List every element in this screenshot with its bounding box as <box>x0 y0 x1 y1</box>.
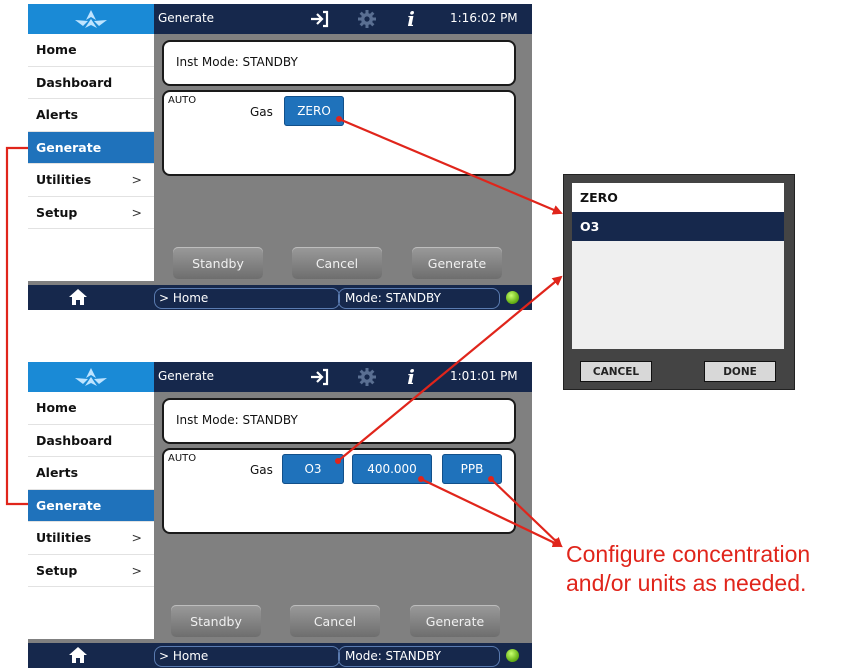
sidebar-item-label: Alerts <box>36 107 79 122</box>
generate-button[interactable]: Generate <box>412 247 502 279</box>
callout-line-2: and/or units as needed. <box>566 570 807 596</box>
generate-settings-panel: AUTO Gas ZERO <box>162 90 516 176</box>
chevron-right-icon: > <box>131 562 142 578</box>
callout-text: Configure concentration and/or units as … <box>566 540 856 598</box>
home-icon[interactable] <box>68 288 88 310</box>
sidebar-item-label: Generate <box>36 497 102 513</box>
sidebar-item-setup[interactable]: Setup > <box>28 555 154 587</box>
clock: 1:16:02 PM <box>450 11 518 25</box>
sidebar-item-generate[interactable]: Generate <box>28 489 154 522</box>
gas-option-list: ZERO O3 <box>572 183 784 349</box>
sidebar-item-label: Setup <box>36 562 78 578</box>
teledyne-logo-icon <box>28 362 154 392</box>
auto-label: AUTO <box>168 95 197 106</box>
inst-mode-label: Inst Mode: STANDBY <box>176 55 298 69</box>
cancel-button[interactable]: Cancel <box>292 247 382 279</box>
sidebar-item-label: Dashboard <box>36 432 113 448</box>
units-button[interactable]: PPB <box>442 454 502 484</box>
info-icon[interactable]: i <box>400 7 422 31</box>
gas-select-button[interactable]: O3 <box>282 454 344 484</box>
sidebar-item-dashboard[interactable]: Dashboard <box>28 425 154 457</box>
generate-settings-panel: AUTO Gas O3 400.000 PPB <box>162 448 516 534</box>
sidebar-item-label: Alerts <box>36 465 79 480</box>
top-bar: Generate i 1:01:01 PM <box>28 362 532 392</box>
clock: 1:01:01 PM <box>450 369 518 383</box>
sidebar-item-utilities[interactable]: Utilities > <box>28 164 154 197</box>
sidebar-item-label: Utilities <box>36 530 92 545</box>
chevron-right-icon: > <box>131 204 142 220</box>
sidebar-item-setup[interactable]: Setup > <box>28 197 154 229</box>
cancel-button[interactable]: Cancel <box>290 605 380 637</box>
inst-mode-panel: Inst Mode: STANDBY <box>162 398 516 444</box>
callout-line-1: Configure concentration <box>566 541 811 567</box>
sidebar-item-alerts[interactable]: Alerts <box>28 99 154 132</box>
gas-select-dialog: ZERO O3 CANCEL DONE <box>563 174 795 390</box>
gas-option-zero[interactable]: ZERO <box>572 183 784 212</box>
gear-icon[interactable] <box>354 365 380 389</box>
sidebar-item-generate[interactable]: Generate <box>28 131 154 164</box>
home-icon[interactable] <box>68 646 88 668</box>
standby-button[interactable]: Standby <box>173 247 263 279</box>
sidebar-item-home[interactable]: Home <box>28 392 154 425</box>
info-icon[interactable]: i <box>400 365 422 389</box>
auto-label: AUTO <box>168 453 197 464</box>
gas-label: Gas <box>250 463 273 477</box>
concentration-button[interactable]: 400.000 <box>352 454 432 484</box>
sidebar-item-label: Dashboard <box>36 74 113 90</box>
sidebar-item-dashboard[interactable]: Dashboard <box>28 67 154 99</box>
sidebar-item-alerts[interactable]: Alerts <box>28 457 154 490</box>
top-bar: Generate i 1:16:02 PM <box>28 4 532 34</box>
sidebar-item-utilities[interactable]: Utilities > <box>28 522 154 555</box>
sidebar-item-label: Home <box>36 42 77 57</box>
breadcrumb[interactable]: > Home <box>154 646 340 667</box>
sidebar-item-label: Utilities <box>36 172 92 187</box>
mode-display: Mode: STANDBY <box>338 646 500 667</box>
inst-mode-panel: Inst Mode: STANDBY <box>162 40 516 86</box>
status-bar: > Home Mode: STANDBY <box>28 285 532 310</box>
sidebar: Home Dashboard Alerts Generate Utilities… <box>28 34 154 281</box>
dialog-cancel-button[interactable]: CANCEL <box>580 361 652 382</box>
sidebar-item-label: Home <box>36 400 77 415</box>
status-led-icon <box>506 291 519 304</box>
chevron-right-icon: > <box>131 172 142 187</box>
gas-select-button[interactable]: ZERO <box>284 96 344 126</box>
teledyne-logo-icon <box>28 4 154 34</box>
sign-out-icon[interactable] <box>306 365 332 389</box>
standby-button[interactable]: Standby <box>171 605 261 637</box>
generate-screen-zero: Generate i 1:16:02 PM Home Dashboard Ale… <box>28 4 532 310</box>
generate-screen-o3: Generate i 1:01:01 PM Home Dashboard Ale… <box>28 362 532 668</box>
gas-option-o3[interactable]: O3 <box>572 212 784 241</box>
generate-button[interactable]: Generate <box>410 605 500 637</box>
sidebar-item-label: Generate <box>36 139 102 155</box>
sidebar-item-home[interactable]: Home <box>28 34 154 67</box>
gear-icon[interactable] <box>354 7 380 31</box>
generate-link-bracket <box>5 146 28 506</box>
mode-display: Mode: STANDBY <box>338 288 500 309</box>
gas-label: Gas <box>250 105 273 119</box>
sidebar: Home Dashboard Alerts Generate Utilities… <box>28 392 154 639</box>
inst-mode-label: Inst Mode: STANDBY <box>176 413 298 427</box>
status-led-icon <box>506 649 519 662</box>
breadcrumb[interactable]: > Home <box>154 288 340 309</box>
screen-title: Generate <box>158 11 215 25</box>
status-bar: > Home Mode: STANDBY <box>28 643 532 668</box>
sign-out-icon[interactable] <box>306 7 332 31</box>
chevron-right-icon: > <box>131 530 142 545</box>
screen-title: Generate <box>158 369 215 383</box>
dialog-done-button[interactable]: DONE <box>704 361 776 382</box>
sidebar-item-label: Setup <box>36 204 78 220</box>
